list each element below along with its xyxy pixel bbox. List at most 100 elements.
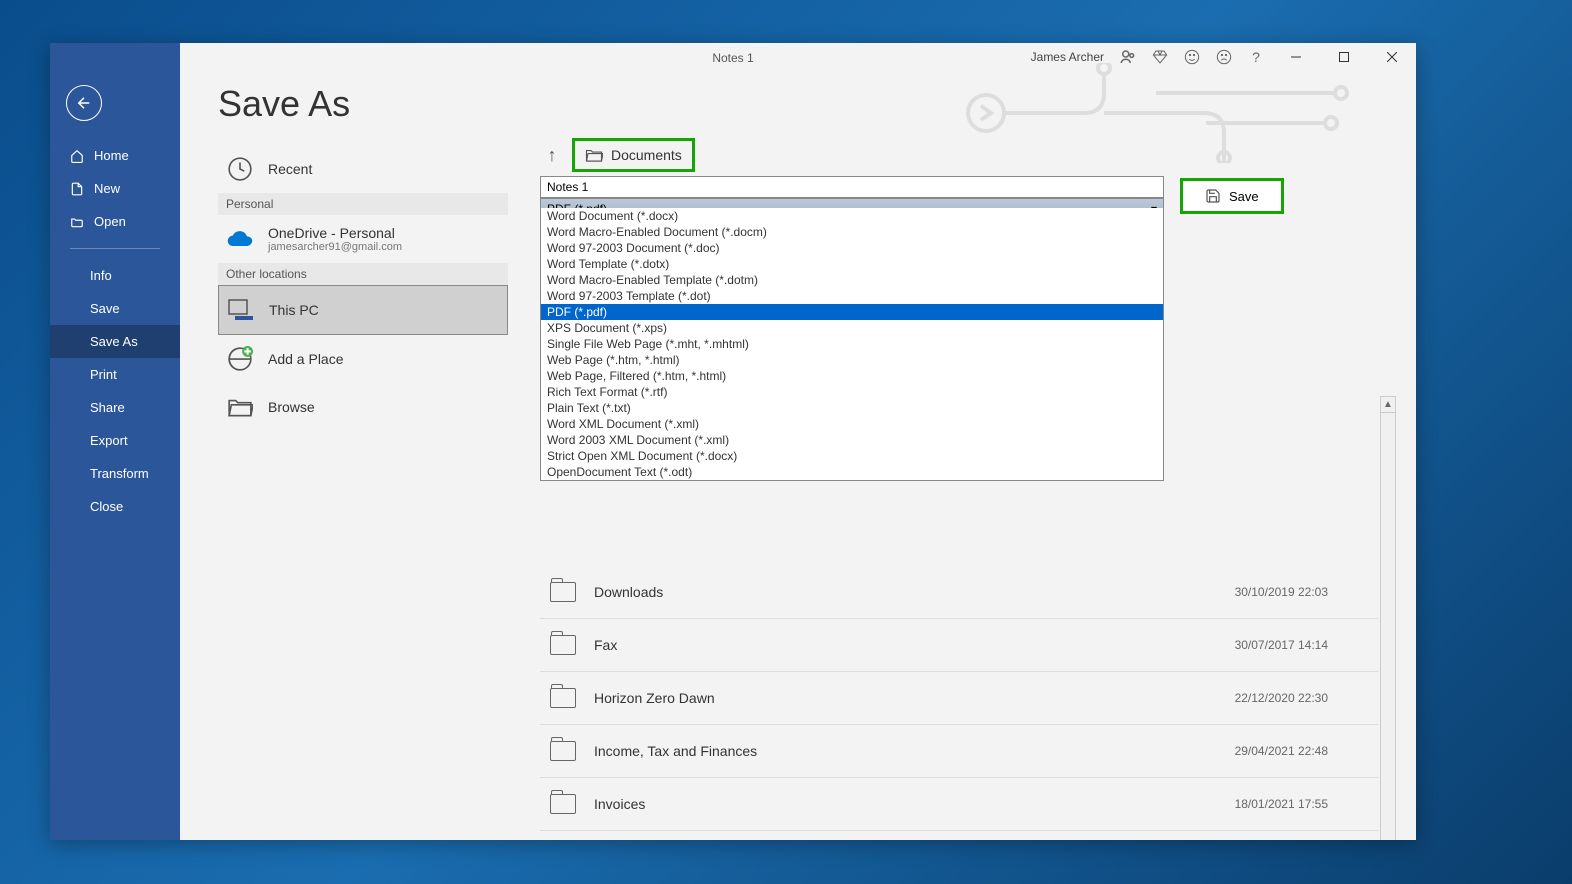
- location-browse[interactable]: Browse: [218, 383, 508, 431]
- smile-icon[interactable]: [1180, 45, 1204, 69]
- folder-date: 22/12/2020 22:30: [1235, 691, 1328, 705]
- save-icon: [1205, 188, 1221, 204]
- filetype-option[interactable]: Word Macro-Enabled Document (*.docm): [541, 224, 1163, 240]
- nav-close[interactable]: Close: [50, 490, 180, 523]
- user-name[interactable]: James Archer: [1031, 50, 1104, 64]
- filename-input[interactable]: [540, 176, 1164, 198]
- folder-open-icon: [70, 215, 84, 229]
- folder-open-icon: [585, 147, 603, 163]
- filetype-dropdown: Word Document (*.docx)Word Macro-Enabled…: [540, 208, 1164, 481]
- browse-label: Browse: [268, 399, 315, 415]
- onedrive-title: OneDrive - Personal: [268, 225, 402, 241]
- nav-save[interactable]: Save: [50, 292, 180, 325]
- maximize-button[interactable]: [1324, 43, 1364, 71]
- filetype-option[interactable]: Rich Text Format (*.rtf): [541, 384, 1163, 400]
- folder-row[interactable]: Horizon Zero Dawn 22/12/2020 22:30: [540, 672, 1378, 725]
- scrollbar-up-icon[interactable]: ▲: [1381, 397, 1395, 413]
- folder-date: 30/10/2019 22:03: [1235, 585, 1328, 599]
- nav-export[interactable]: Export: [50, 424, 180, 457]
- sad-icon[interactable]: [1212, 45, 1236, 69]
- folder-name: Fax: [594, 637, 617, 653]
- folder-icon: [550, 794, 576, 814]
- save-button[interactable]: Save: [1180, 178, 1284, 214]
- document-title: Notes 1: [712, 51, 753, 65]
- folder-date: 30/07/2017 14:14: [1235, 638, 1328, 652]
- main-pane: Save As Recent Personal OneDrive - Perso…: [180, 43, 1416, 840]
- current-folder-button[interactable]: Documents: [572, 138, 695, 172]
- locations-list: Recent Personal OneDrive - Personal jame…: [218, 145, 508, 431]
- folder-name: Downloads: [594, 584, 663, 600]
- help-icon[interactable]: ?: [1244, 45, 1268, 69]
- nav-new[interactable]: New: [50, 172, 180, 205]
- filetype-option[interactable]: PDF (*.pdf): [541, 304, 1163, 320]
- word-backstage-window: Notes 1 James Archer ?: [50, 43, 1416, 840]
- folder-row[interactable]: Medal15/07/2021 08:45: [540, 831, 1378, 840]
- folder-icon: [550, 688, 576, 708]
- page-title: Save As: [218, 83, 1416, 125]
- folder-name: Invoices: [594, 796, 645, 812]
- close-window-button[interactable]: [1372, 43, 1412, 71]
- nav-open[interactable]: Open: [50, 205, 180, 238]
- nav-info[interactable]: Info: [50, 259, 180, 292]
- personal-header: Personal: [218, 193, 508, 215]
- nav-transform[interactable]: Transform: [50, 457, 180, 490]
- nav-open-label: Open: [94, 214, 126, 229]
- save-button-label: Save: [1229, 189, 1259, 204]
- minimize-button[interactable]: [1276, 43, 1316, 71]
- scrollbar[interactable]: ▲: [1380, 396, 1396, 840]
- save-as-pane: ↑ Documents PDF (*.pdf) ▾ Word Document …: [540, 138, 1396, 840]
- this-pc-label: This PC: [269, 302, 319, 318]
- folder-row[interactable]: Invoices 18/01/2021 17:55: [540, 778, 1378, 831]
- nav-print[interactable]: Print: [50, 358, 180, 391]
- back-button[interactable]: [66, 85, 102, 121]
- filetype-option[interactable]: Web Page (*.htm, *.html): [541, 352, 1163, 368]
- onedrive-email: jamesarcher91@gmail.com: [268, 241, 402, 253]
- folder-date: 18/01/2021 17:55: [1235, 797, 1328, 811]
- home-icon: [70, 149, 84, 163]
- diamond-icon[interactable]: [1148, 45, 1172, 69]
- folder-icon: [550, 635, 576, 655]
- location-this-pc[interactable]: This PC: [218, 285, 508, 335]
- folder-row[interactable]: Downloads 30/10/2019 22:03: [540, 566, 1378, 619]
- folder-list: Downloads 30/10/2019 22:03 Fax 30/07/2017 1…: [540, 566, 1378, 840]
- nav-new-label: New: [94, 181, 120, 196]
- folder-date: 29/04/2021 22:48: [1235, 744, 1328, 758]
- filetype-option[interactable]: Word 97-2003 Template (*.dot): [541, 288, 1163, 304]
- clock-icon: [226, 155, 254, 183]
- nav-home[interactable]: Home: [50, 139, 180, 172]
- up-folder-button[interactable]: ↑: [540, 143, 564, 167]
- cloud-icon: [226, 225, 254, 253]
- nav-divider: [70, 248, 160, 249]
- nav-save-as[interactable]: Save As: [50, 325, 180, 358]
- filetype-option[interactable]: Word 97-2003 Document (*.doc): [541, 240, 1163, 256]
- filetype-option[interactable]: Word Template (*.dotx): [541, 256, 1163, 272]
- location-add-place[interactable]: Add a Place: [218, 335, 508, 383]
- location-recent[interactable]: Recent: [218, 145, 508, 193]
- filetype-option[interactable]: Web Page, Filtered (*.htm, *.html): [541, 368, 1163, 384]
- titlebar: Notes 1 James Archer ?: [50, 43, 1416, 75]
- add-place-icon: [226, 345, 254, 373]
- nav-share[interactable]: Share: [50, 391, 180, 424]
- add-place-label: Add a Place: [268, 351, 344, 367]
- folder-icon: [550, 582, 576, 602]
- filetype-option[interactable]: Word XML Document (*.xml): [541, 416, 1163, 432]
- filetype-option[interactable]: XPS Document (*.xps): [541, 320, 1163, 336]
- pc-icon: [227, 296, 255, 324]
- user-avatar-icon[interactable]: [1116, 45, 1140, 69]
- folder-icon: [226, 393, 254, 421]
- location-recent-label: Recent: [268, 161, 312, 177]
- location-onedrive[interactable]: OneDrive - Personal jamesarcher91@gmail.…: [218, 215, 508, 263]
- document-icon: [70, 182, 84, 196]
- folder-row[interactable]: Income, Tax and Finances29/04/2021 22:48: [540, 725, 1378, 778]
- filetype-option[interactable]: Word Macro-Enabled Template (*.dotm): [541, 272, 1163, 288]
- filetype-option[interactable]: Plain Text (*.txt): [541, 400, 1163, 416]
- folder-name: Horizon Zero Dawn: [594, 690, 715, 706]
- filetype-option[interactable]: OpenDocument Text (*.odt): [541, 464, 1163, 480]
- filetype-option[interactable]: Single File Web Page (*.mht, *.mhtml): [541, 336, 1163, 352]
- filetype-option[interactable]: Strict Open XML Document (*.docx): [541, 448, 1163, 464]
- filetype-option[interactable]: Word 2003 XML Document (*.xml): [541, 432, 1163, 448]
- current-folder-label: Documents: [611, 147, 682, 163]
- folder-row[interactable]: Fax 30/07/2017 14:14: [540, 619, 1378, 672]
- filetype-option[interactable]: Word Document (*.docx): [541, 208, 1163, 224]
- backstage-sidebar: Home New Open Info Save Save As Print Sh…: [50, 43, 180, 840]
